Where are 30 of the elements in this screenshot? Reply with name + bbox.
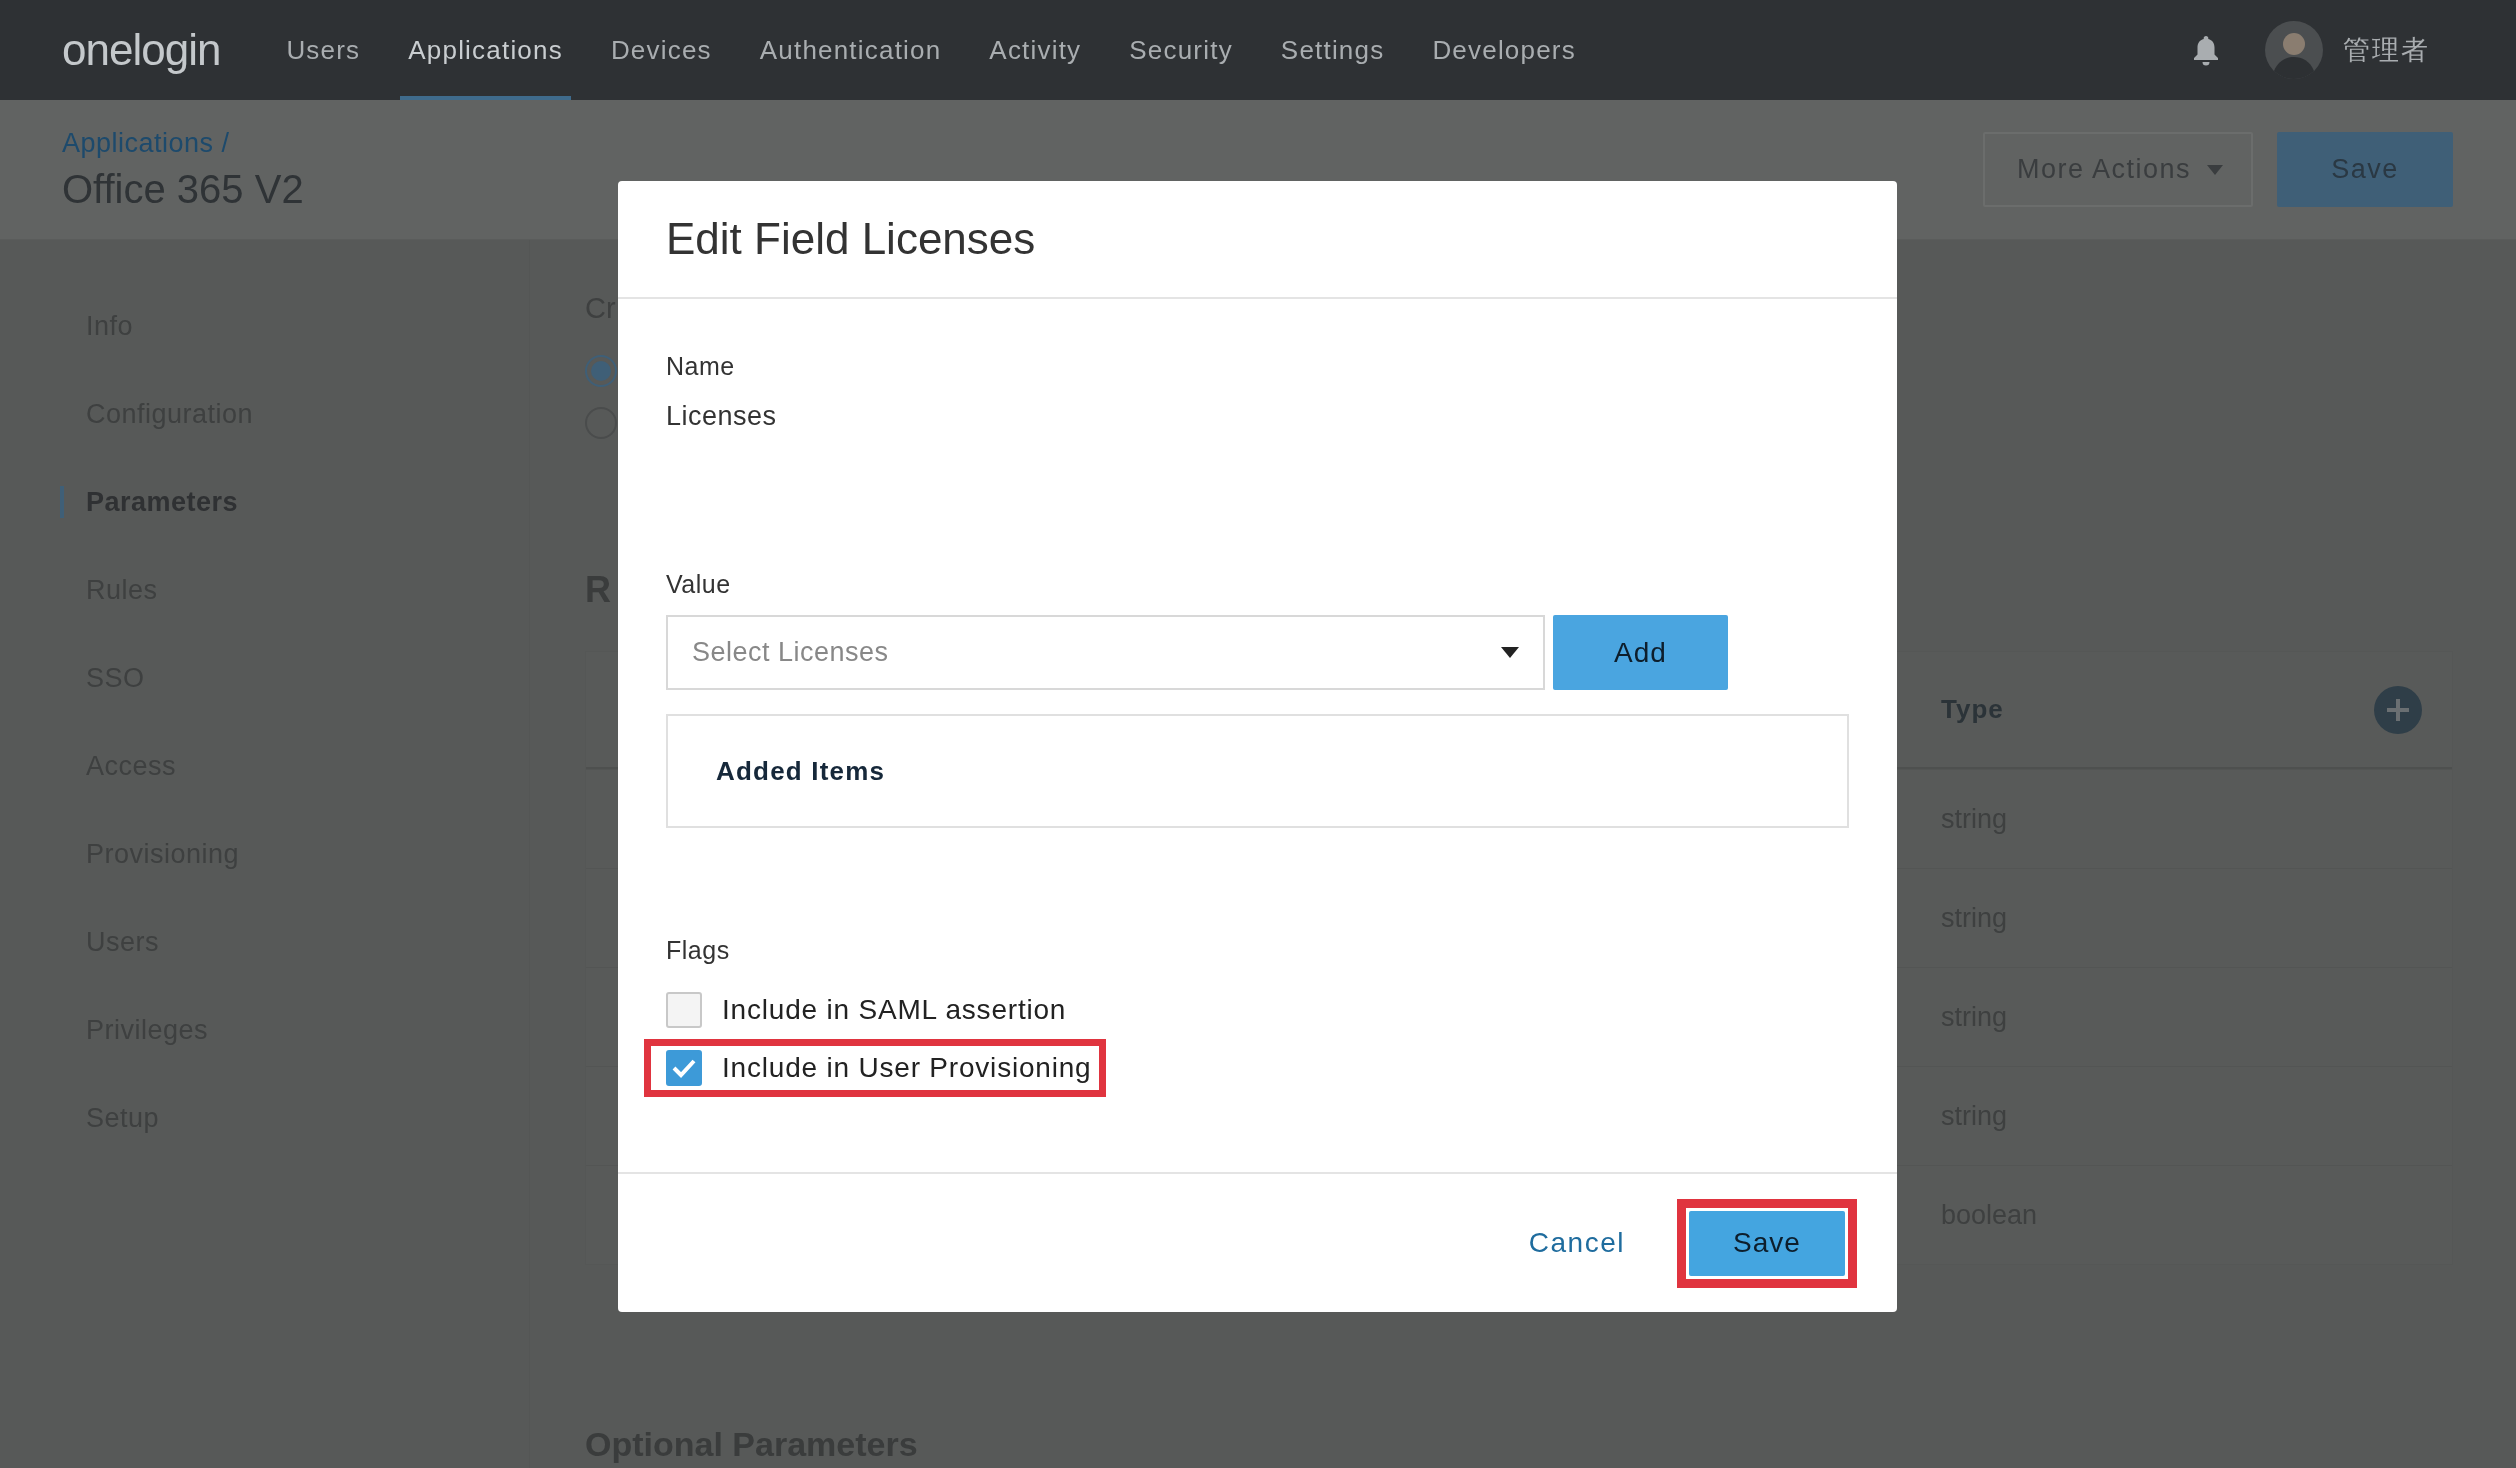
field-label: Flags <box>666 936 730 965</box>
licenses-dropdown[interactable]: Select Licenses <box>666 615 1545 690</box>
nav-tab[interactable]: Authentication <box>751 0 950 100</box>
save-button[interactable]: Save <box>1689 1210 1845 1276</box>
add-icon[interactable] <box>2374 685 2422 734</box>
logo[interactable]: onelogin <box>62 25 221 75</box>
field-value: Licenses <box>666 401 777 432</box>
nav-tab[interactable]: Settings <box>1272 0 1393 100</box>
nav-tab[interactable]: Users <box>278 0 369 100</box>
add-button[interactable]: Add <box>1553 615 1728 690</box>
field-label: Value <box>666 570 731 599</box>
nav-tab[interactable]: Developers <box>1424 0 1584 100</box>
user-name[interactable]: 管理者 <box>2343 32 2430 68</box>
field-label: Name <box>666 352 735 381</box>
checkbox-label[interactable]: Include in User Provisioning <box>722 1052 1092 1084</box>
nav-tab[interactable]: Activity <box>981 0 1090 100</box>
checkbox-label[interactable]: Include in SAML assertion <box>722 994 1067 1026</box>
caret-icon <box>1501 647 1519 658</box>
dialog-title: Edit Field Licenses <box>666 214 1036 264</box>
caret-icon <box>2207 164 2223 175</box>
check-icon <box>671 1057 697 1079</box>
nav-tab[interactable]: Security <box>1121 0 1241 100</box>
avatar-icon[interactable] <box>2265 21 2323 79</box>
panel-title: Added Items <box>716 755 886 787</box>
checkbox[interactable] <box>666 1050 702 1086</box>
radio-button[interactable] <box>585 355 617 387</box>
nav-tab[interactable]: Devices <box>602 0 720 100</box>
cancel-link[interactable]: Cancel <box>1524 1221 1629 1265</box>
bell-icon[interactable] <box>2191 34 2221 66</box>
checkbox[interactable] <box>666 992 702 1028</box>
